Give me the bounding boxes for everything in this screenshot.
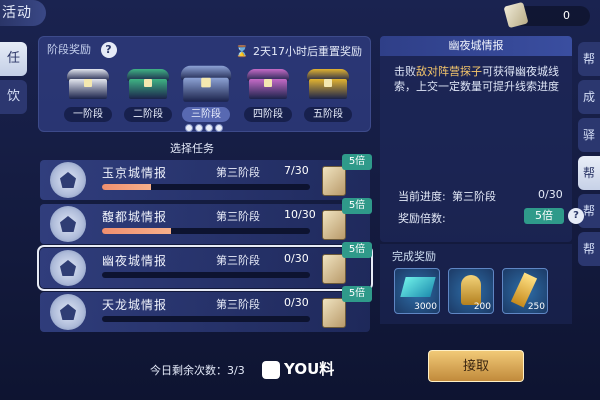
intel-ticket-icon xyxy=(322,210,346,240)
task-row-selected[interactable]: 幽夜城情报 第三阶段 0/30 5倍 xyxy=(37,242,373,291)
stage-reward-title: 阶段奖励 xyxy=(47,43,91,56)
city-emblem-icon xyxy=(50,294,86,330)
task-progress: 7/30 xyxy=(284,164,309,177)
stage-label: 四阶段 xyxy=(244,107,292,122)
reward-count: 3000 xyxy=(414,302,437,312)
dot xyxy=(205,124,213,132)
multiplier-badge: 5倍 xyxy=(342,242,372,258)
multiplier-badge: 5倍 xyxy=(342,286,372,302)
progress-bar xyxy=(102,316,310,322)
stage-label: 二阶段 xyxy=(124,107,172,122)
task-name: 幽夜城情报 xyxy=(102,254,168,268)
task-name: 馥都城情报 xyxy=(102,210,168,224)
completion-rewards: 完成奖励 3000 200 250 xyxy=(380,244,572,324)
multiplier-badge: 5倍 xyxy=(524,208,564,224)
reward-count: 200 xyxy=(473,302,491,312)
stage-chest-4[interactable] xyxy=(247,69,289,101)
progress-bar xyxy=(102,228,310,234)
logo-text: YOU料 xyxy=(284,360,335,378)
reward-jade-icon[interactable]: 3000 xyxy=(394,268,440,314)
intel-ticket-icon xyxy=(322,254,346,284)
right-tab[interactable]: 帮 xyxy=(578,232,600,266)
right-tab-active[interactable]: 帮 xyxy=(578,156,600,190)
progress-bar xyxy=(102,184,310,190)
task-detail-panel: 幽夜城情报 击败敌对阵营探子可获得幽夜城线索，上交一定数量可提升线索进度 当前进… xyxy=(380,36,584,242)
right-tab[interactable]: 帮 xyxy=(578,42,600,76)
reward-count: 250 xyxy=(527,302,545,312)
stage-chest-1[interactable] xyxy=(67,69,109,101)
dot xyxy=(195,124,203,132)
logo-icon xyxy=(262,360,280,379)
desc-prefix: 击败 xyxy=(394,65,416,78)
city-emblem-icon xyxy=(50,206,86,242)
task-stage: 第三阶段 xyxy=(216,298,260,311)
task-row[interactable]: 天龙城情报 第三阶段 0/30 5倍 xyxy=(40,286,372,332)
reward-multiplier-row: 奖励倍数: 5倍 ? xyxy=(398,208,584,226)
progress-fill xyxy=(102,228,172,234)
multiplier-badge: 5倍 xyxy=(342,154,372,170)
task-name: 天龙城情报 xyxy=(102,298,168,312)
intel-ticket-icon xyxy=(322,166,346,196)
reward-armor-icon[interactable]: 200 xyxy=(448,268,494,314)
desc-highlight: 敌对阵营探子 xyxy=(416,65,482,78)
task-row[interactable]: 玉京城情报 第三阶段 7/30 5倍 xyxy=(40,154,372,200)
dot xyxy=(185,124,193,132)
mult-label: 奖励倍数: xyxy=(398,212,446,225)
intel-ticket-icon xyxy=(322,298,346,328)
activity-tab[interactable]: 活动 xyxy=(0,0,46,26)
stage-reward-header: 阶段奖励 ? xyxy=(47,41,117,58)
task-row[interactable]: 馥都城情报 第三阶段 10/30 5倍 xyxy=(40,198,372,244)
reward-token-icon[interactable]: 250 xyxy=(502,268,548,314)
left-tab-active[interactable]: 任 xyxy=(0,42,27,76)
city-emblem-icon xyxy=(50,162,86,198)
progress-value: 0/30 xyxy=(538,188,563,201)
right-tab[interactable]: 成 xyxy=(578,80,600,114)
hourglass-icon: ⌛ xyxy=(235,45,249,58)
progress-bar xyxy=(102,272,310,278)
task-progress: 0/30 xyxy=(284,296,309,309)
select-task-title: 选择任务 xyxy=(170,142,214,155)
stage-label: 五阶段 xyxy=(304,107,352,122)
stage-chest-5[interactable] xyxy=(307,69,349,101)
task-progress: 10/30 xyxy=(284,208,316,221)
left-tab[interactable]: 饮 xyxy=(0,80,27,114)
dot xyxy=(215,124,223,132)
ticket-icon xyxy=(503,1,529,29)
current-progress-row: 当前进度: 第三阶段 0/30 xyxy=(398,188,563,204)
stage-label: 一阶段 xyxy=(64,107,112,122)
task-progress: 0/30 xyxy=(284,252,309,265)
detail-description: 击败敌对阵营探子可获得幽夜城线索，上交一定数量可提升线索进度 xyxy=(394,64,566,94)
help-icon[interactable]: ? xyxy=(568,208,584,224)
coin-counter: 0 xyxy=(503,1,590,29)
task-stage: 第三阶段 xyxy=(216,166,260,179)
right-tab[interactable]: 驿 xyxy=(578,118,600,152)
stage-dots xyxy=(185,117,225,136)
task-name: 玉京城情报 xyxy=(102,166,168,180)
task-stage: 第三阶段 xyxy=(216,210,260,223)
watermark-logo: YOU料 xyxy=(262,358,334,379)
remaining-attempts: 今日剩余次数：3/3 xyxy=(150,364,245,377)
reset-text: 2天17小时后重置奖励 xyxy=(253,45,362,58)
progress-stage: 第三阶段 xyxy=(452,190,496,203)
help-icon[interactable]: ? xyxy=(100,42,117,58)
progress-fill xyxy=(102,184,151,190)
city-emblem-icon xyxy=(50,250,86,286)
coin-count: 0 xyxy=(563,9,570,22)
stage-chest-2[interactable] xyxy=(127,69,169,101)
progress-label: 当前进度: xyxy=(398,190,446,203)
multiplier-badge: 5倍 xyxy=(342,198,372,214)
completion-title: 完成奖励 xyxy=(392,250,436,263)
stage-chest-3[interactable] xyxy=(180,65,232,104)
reset-timer: ⌛ 2天17小时后重置奖励 xyxy=(235,43,362,59)
task-stage: 第三阶段 xyxy=(216,254,260,267)
accept-button[interactable]: 接取 xyxy=(428,350,524,382)
detail-title: 幽夜城情报 xyxy=(380,36,572,56)
